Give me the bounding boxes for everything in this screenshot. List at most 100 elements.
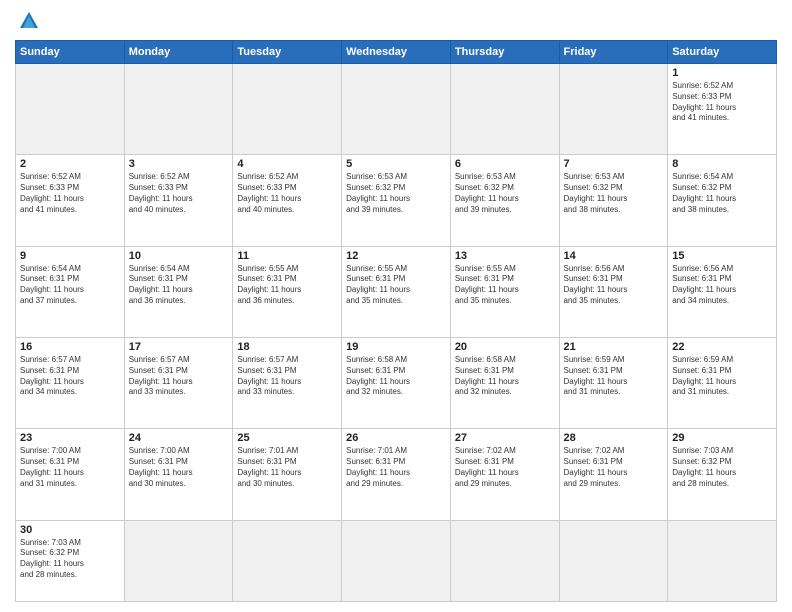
table-row: 9Sunrise: 6:54 AM Sunset: 6:31 PM Daylig… bbox=[16, 246, 125, 337]
table-row: 7Sunrise: 6:53 AM Sunset: 6:32 PM Daylig… bbox=[559, 155, 668, 246]
table-row bbox=[16, 64, 125, 155]
table-row bbox=[233, 520, 342, 601]
table-row: 27Sunrise: 7:02 AM Sunset: 6:31 PM Dayli… bbox=[450, 429, 559, 520]
day-number: 21 bbox=[564, 341, 664, 353]
day-info: Sunrise: 7:01 AM Sunset: 6:31 PM Dayligh… bbox=[237, 446, 337, 489]
day-info: Sunrise: 7:01 AM Sunset: 6:31 PM Dayligh… bbox=[346, 446, 446, 489]
page: Sunday Monday Tuesday Wednesday Thursday… bbox=[0, 0, 792, 612]
header-tuesday: Tuesday bbox=[233, 41, 342, 64]
table-row bbox=[668, 520, 777, 601]
day-number: 23 bbox=[20, 432, 120, 444]
day-info: Sunrise: 6:59 AM Sunset: 6:31 PM Dayligh… bbox=[564, 355, 664, 398]
table-row: 19 Sunrise: 6:58 AM Sunset: 6:31 PM Dayli… bbox=[342, 337, 451, 428]
table-row: 25 Sunrise: 7:01 AM Sunset: 6:31 PM Dayli… bbox=[233, 429, 342, 520]
day-info: Sunrise: 6:52 AM Sunset: 6:33 PM Dayligh… bbox=[672, 81, 772, 124]
day-info: Sunrise: 6:56 AM Sunset: 6:31 PM Dayligh… bbox=[672, 264, 772, 307]
table-row bbox=[342, 64, 451, 155]
calendar-row: 16 Sunrise: 6:57 AM Sunset: 6:31 PM Dayli… bbox=[16, 337, 777, 428]
table-row bbox=[342, 520, 451, 601]
table-row: 20 Sunrise: 6:58 AM Sunset: 6:31 PM Dayli… bbox=[450, 337, 559, 428]
table-row: 30 Sunrise: 7:03 AM Sunset: 6:32 PM Dayli… bbox=[16, 520, 125, 601]
header-friday: Friday bbox=[559, 41, 668, 64]
calendar-row: 2 Sunrise: 6:52 AM Sunset: 6:33 PM Daylig… bbox=[16, 155, 777, 246]
day-info: Sunrise: 6:58 AM Sunset: 6:31 PM Dayligh… bbox=[455, 355, 555, 398]
day-number: 19 bbox=[346, 341, 446, 353]
day-number: 24 bbox=[129, 432, 229, 444]
day-info: Sunrise: 6:54 AM Sunset: 6:32 PM Dayligh… bbox=[672, 172, 772, 215]
table-row: 5 Sunrise: 6:53 AM Sunset: 6:32 PM Daylig… bbox=[342, 155, 451, 246]
table-row bbox=[124, 64, 233, 155]
day-number: 6 bbox=[455, 158, 555, 170]
day-info: Sunrise: 6:52 AM Sunset: 6:33 PM Dayligh… bbox=[129, 172, 229, 215]
table-row: 18 Sunrise: 6:57 AM Sunset: 6:31 PM Dayli… bbox=[233, 337, 342, 428]
day-info: Sunrise: 6:53 AM Sunset: 6:32 PM Dayligh… bbox=[455, 172, 555, 215]
day-info: Sunrise: 6:57 AM Sunset: 6:31 PM Dayligh… bbox=[237, 355, 337, 398]
table-row: 29Sunrise: 7:03 AM Sunset: 6:32 PM Dayli… bbox=[668, 429, 777, 520]
day-number: 22 bbox=[672, 341, 772, 353]
day-info: Sunrise: 6:52 AM Sunset: 6:33 PM Dayligh… bbox=[237, 172, 337, 215]
table-row: 12Sunrise: 6:55 AM Sunset: 6:31 PM Dayli… bbox=[342, 246, 451, 337]
table-row bbox=[559, 520, 668, 601]
day-number: 25 bbox=[237, 432, 337, 444]
table-row: 28Sunrise: 7:02 AM Sunset: 6:31 PM Dayli… bbox=[559, 429, 668, 520]
day-number: 26 bbox=[346, 432, 446, 444]
table-row: 22 Sunrise: 6:59 AM Sunset: 6:31 PM Dayli… bbox=[668, 337, 777, 428]
day-info: Sunrise: 6:52 AM Sunset: 6:33 PM Dayligh… bbox=[20, 172, 120, 215]
table-row: 23 Sunrise: 7:00 AM Sunset: 6:31 PM Dayli… bbox=[16, 429, 125, 520]
logo bbox=[15, 10, 40, 32]
day-number: 5 bbox=[346, 158, 446, 170]
table-row: 10Sunrise: 6:54 AM Sunset: 6:31 PM Dayli… bbox=[124, 246, 233, 337]
table-row: 6 Sunrise: 6:53 AM Sunset: 6:32 PM Daylig… bbox=[450, 155, 559, 246]
header-monday: Monday bbox=[124, 41, 233, 64]
logo-icon bbox=[18, 10, 40, 32]
table-row: 3 Sunrise: 6:52 AM Sunset: 6:33 PM Daylig… bbox=[124, 155, 233, 246]
table-row: 1 Sunrise: 6:52 AM Sunset: 6:33 PM Daylig… bbox=[668, 64, 777, 155]
day-number: 12 bbox=[346, 250, 446, 262]
day-number: 4 bbox=[237, 158, 337, 170]
header-thursday: Thursday bbox=[450, 41, 559, 64]
day-number: 1 bbox=[672, 67, 772, 79]
day-number: 30 bbox=[20, 524, 120, 536]
day-info: Sunrise: 6:56 AM Sunset: 6:31 PM Dayligh… bbox=[564, 264, 664, 307]
day-number: 8 bbox=[672, 158, 772, 170]
day-info: Sunrise: 7:02 AM Sunset: 6:31 PM Dayligh… bbox=[455, 446, 555, 489]
calendar-table: Sunday Monday Tuesday Wednesday Thursday… bbox=[15, 40, 777, 602]
day-info: Sunrise: 7:02 AM Sunset: 6:31 PM Dayligh… bbox=[564, 446, 664, 489]
table-row: 21 Sunrise: 6:59 AM Sunset: 6:31 PM Dayli… bbox=[559, 337, 668, 428]
calendar-row: 23 Sunrise: 7:00 AM Sunset: 6:31 PM Dayli… bbox=[16, 429, 777, 520]
day-info: Sunrise: 6:53 AM Sunset: 6:32 PM Dayligh… bbox=[346, 172, 446, 215]
day-info: Sunrise: 6:55 AM Sunset: 6:31 PM Dayligh… bbox=[455, 264, 555, 307]
day-number: 9 bbox=[20, 250, 120, 262]
table-row: 2 Sunrise: 6:52 AM Sunset: 6:33 PM Daylig… bbox=[16, 155, 125, 246]
table-row: 16Sunrise: 6:57 AM Sunset: 6:31 PM Dayli… bbox=[16, 337, 125, 428]
day-number: 17 bbox=[129, 341, 229, 353]
calendar-row: 9Sunrise: 6:54 AM Sunset: 6:31 PM Daylig… bbox=[16, 246, 777, 337]
day-info: Sunrise: 7:03 AM Sunset: 6:32 PM Dayligh… bbox=[20, 538, 120, 581]
calendar-row: 1 Sunrise: 6:52 AM Sunset: 6:33 PM Daylig… bbox=[16, 64, 777, 155]
logo-text bbox=[15, 10, 40, 32]
table-row bbox=[559, 64, 668, 155]
day-number: 3 bbox=[129, 158, 229, 170]
header-wednesday: Wednesday bbox=[342, 41, 451, 64]
table-row: 26 Sunrise: 7:01 AM Sunset: 6:31 PM Dayli… bbox=[342, 429, 451, 520]
day-number: 15 bbox=[672, 250, 772, 262]
header-saturday: Saturday bbox=[668, 41, 777, 64]
day-number: 20 bbox=[455, 341, 555, 353]
table-row: 13 Sunrise: 6:55 AM Sunset: 6:31 PM Dayli… bbox=[450, 246, 559, 337]
day-number: 13 bbox=[455, 250, 555, 262]
table-row: 15 Sunrise: 6:56 AM Sunset: 6:31 PM Dayli… bbox=[668, 246, 777, 337]
table-row: 14Sunrise: 6:56 AM Sunset: 6:31 PM Dayli… bbox=[559, 246, 668, 337]
day-number: 18 bbox=[237, 341, 337, 353]
table-row: 24Sunrise: 7:00 AM Sunset: 6:31 PM Dayli… bbox=[124, 429, 233, 520]
day-info: Sunrise: 6:59 AM Sunset: 6:31 PM Dayligh… bbox=[672, 355, 772, 398]
day-info: Sunrise: 6:58 AM Sunset: 6:31 PM Dayligh… bbox=[346, 355, 446, 398]
day-number: 16 bbox=[20, 341, 120, 353]
day-info: Sunrise: 6:55 AM Sunset: 6:31 PM Dayligh… bbox=[237, 264, 337, 307]
table-row bbox=[124, 520, 233, 601]
table-row: 11Sunrise: 6:55 AM Sunset: 6:31 PM Dayli… bbox=[233, 246, 342, 337]
day-info: Sunrise: 7:03 AM Sunset: 6:32 PM Dayligh… bbox=[672, 446, 772, 489]
day-info: Sunrise: 6:53 AM Sunset: 6:32 PM Dayligh… bbox=[564, 172, 664, 215]
day-number: 2 bbox=[20, 158, 120, 170]
table-row: 4 Sunrise: 6:52 AM Sunset: 6:33 PM Daylig… bbox=[233, 155, 342, 246]
day-info: Sunrise: 7:00 AM Sunset: 6:31 PM Dayligh… bbox=[20, 446, 120, 489]
